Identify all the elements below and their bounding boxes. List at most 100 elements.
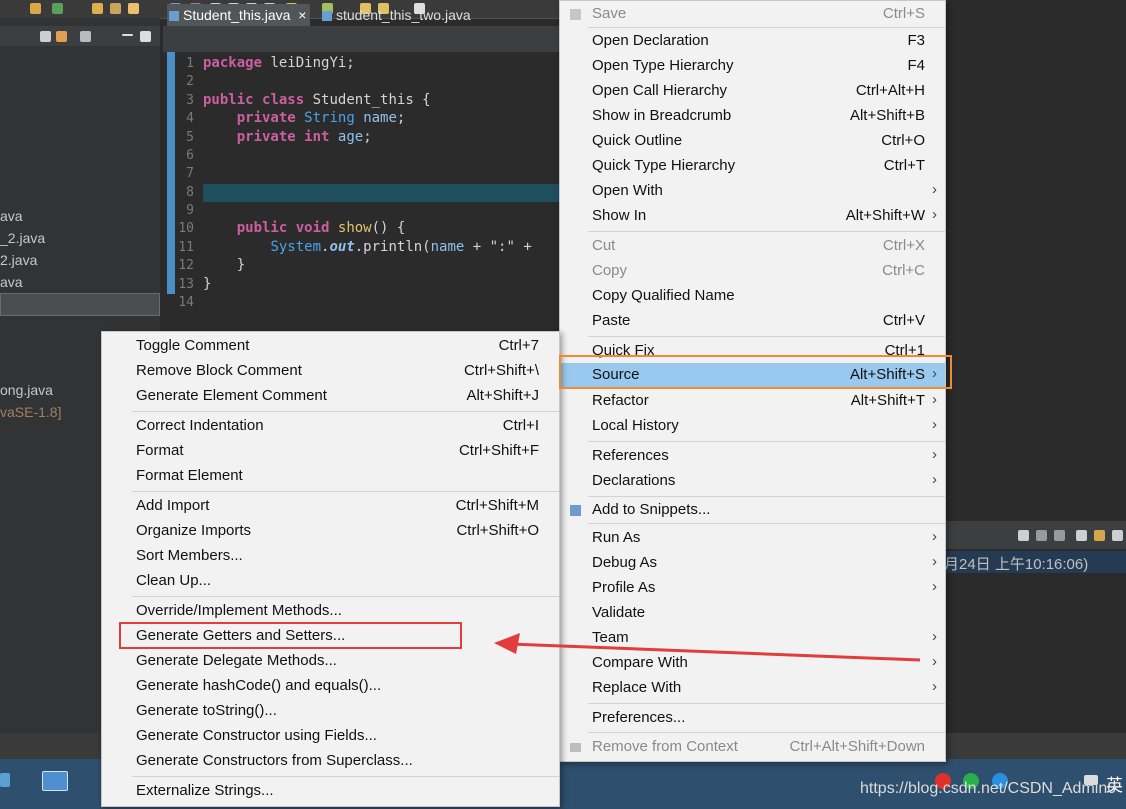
menu-item-generate-element-comment[interactable]: Generate Element Comment Alt+Shift+J bbox=[102, 384, 559, 409]
menu-item-generate-constructor-fields[interactable]: Generate Constructor using Fields... bbox=[102, 724, 559, 749]
code-line: public void show() { bbox=[236, 220, 406, 236]
menu-item-generate-hashcode-equals[interactable]: Generate hashCode() and equals()... bbox=[102, 674, 559, 699]
menu-item-toggle-comment[interactable]: Toggle Comment Ctrl+7 bbox=[102, 334, 559, 359]
menu-item-refactor[interactable]: Refactor Alt+Shift+T › bbox=[560, 389, 945, 414]
menu-item-open-call-hierarchy[interactable]: Open Call Hierarchy Ctrl+Alt+H bbox=[560, 79, 945, 104]
menu-item-validate[interactable]: Validate bbox=[560, 601, 945, 626]
menu-separator bbox=[588, 496, 945, 497]
toolbar-icon[interactable] bbox=[52, 3, 63, 14]
explorer-selected-row[interactable] bbox=[0, 293, 160, 316]
editor-change-gutter bbox=[167, 52, 175, 294]
taskbar-app-icon[interactable] bbox=[42, 771, 68, 791]
collapse-all-icon[interactable] bbox=[40, 31, 51, 42]
menu-item-replace-with[interactable]: Replace With › bbox=[560, 676, 945, 701]
menu-item-add-import[interactable]: Add Import Ctrl+Shift+M bbox=[102, 494, 559, 519]
menu-item-sort-members[interactable]: Sort Members... bbox=[102, 544, 559, 569]
line-number: 10 bbox=[178, 221, 194, 236]
remove-launch-icon[interactable] bbox=[1036, 530, 1047, 541]
menu-item-preferences[interactable]: Preferences... bbox=[560, 706, 945, 731]
package-explorer-header bbox=[0, 26, 160, 46]
menu-item-profile-as[interactable]: Profile As › bbox=[560, 576, 945, 601]
menu-item-generate-tostring[interactable]: Generate toString()... bbox=[102, 699, 559, 724]
menu-item-externalize-strings[interactable]: Externalize Strings... bbox=[102, 779, 559, 804]
menu-item-open-with[interactable]: Open With › bbox=[560, 179, 945, 204]
maximize-icon[interactable] bbox=[140, 31, 151, 42]
submenu-arrow-icon: › bbox=[932, 181, 937, 198]
menu-item-run-as[interactable]: Run As › bbox=[560, 526, 945, 551]
toolbar-icon[interactable] bbox=[30, 3, 41, 14]
remove-context-icon bbox=[570, 743, 581, 752]
toolbar-icon[interactable] bbox=[128, 3, 139, 14]
toolbar-icon[interactable] bbox=[92, 3, 103, 14]
menu-item-generate-constructors-superclass[interactable]: Generate Constructors from Superclass... bbox=[102, 749, 559, 774]
menu-item-quick-type-hierarchy[interactable]: Quick Type Hierarchy Ctrl+T bbox=[560, 154, 945, 179]
line-number: 8 bbox=[186, 185, 194, 200]
menu-separator bbox=[588, 703, 945, 704]
toolbar-icon[interactable] bbox=[110, 3, 121, 14]
menu-separator bbox=[588, 27, 945, 28]
link-editor-icon[interactable] bbox=[56, 31, 67, 42]
menu-item-references[interactable]: References › bbox=[560, 444, 945, 469]
console-title: 月24日 上午10:16:06) bbox=[944, 556, 1089, 573]
line-number: 1 bbox=[186, 56, 194, 71]
code-line: } bbox=[203, 276, 212, 292]
menu-item-debug-as[interactable]: Debug As › bbox=[560, 551, 945, 576]
line-number: 14 bbox=[178, 295, 194, 310]
menu-item-add-to-snippets[interactable]: Add to Snippets... bbox=[560, 498, 945, 523]
watermark: https://blog.csdn.net/CSDN_Admin0 bbox=[860, 780, 1117, 797]
line-number: 7 bbox=[186, 166, 194, 181]
submenu-arrow-icon: › bbox=[932, 471, 937, 488]
code-editor[interactable] bbox=[163, 26, 560, 336]
menu-item-open-declaration[interactable]: Open Declaration F3 bbox=[560, 29, 945, 54]
menu-item-remove-block-comment[interactable]: Remove Block Comment Ctrl+Shift+\ bbox=[102, 359, 559, 384]
menu-item-override-implement-methods[interactable]: Override/Implement Methods... bbox=[102, 599, 559, 624]
minimize-icon[interactable] bbox=[122, 34, 133, 36]
explorer-file-item[interactable]: _2.java bbox=[0, 230, 45, 246]
submenu-arrow-icon: › bbox=[932, 206, 937, 223]
menu-item-copy[interactable]: Copy Ctrl+C bbox=[560, 259, 945, 284]
close-tab-icon[interactable]: × bbox=[298, 7, 306, 23]
source-submenu: Toggle Comment Ctrl+7 Remove Block Comme… bbox=[101, 331, 560, 807]
menu-item-declarations[interactable]: Declarations › bbox=[560, 469, 945, 494]
menu-item-copy-qualified-name[interactable]: Copy Qualified Name bbox=[560, 284, 945, 309]
remove-all-icon[interactable] bbox=[1054, 530, 1065, 541]
menu-item-open-type-hierarchy[interactable]: Open Type Hierarchy F4 bbox=[560, 54, 945, 79]
tab-student-this[interactable]: Student_this.java × bbox=[167, 4, 311, 26]
console-icon[interactable] bbox=[1076, 530, 1087, 541]
menu-separator bbox=[132, 596, 559, 597]
terminate-icon[interactable] bbox=[1018, 530, 1029, 541]
explorer-file-item[interactable]: ava bbox=[0, 274, 23, 290]
submenu-arrow-icon: › bbox=[932, 678, 937, 695]
menu-item-paste[interactable]: Paste Ctrl+V bbox=[560, 309, 945, 334]
menu-item-show-in-breadcrumb[interactable]: Show in Breadcrumb Alt+Shift+B bbox=[560, 104, 945, 129]
explorer-library-item[interactable]: vaSE-1.8] bbox=[0, 404, 61, 420]
menu-item-correct-indentation[interactable]: Correct Indentation Ctrl+I bbox=[102, 414, 559, 439]
submenu-arrow-icon: › bbox=[932, 578, 937, 595]
explorer-file-item[interactable]: 2.java bbox=[0, 252, 37, 268]
menu-item-cut[interactable]: Cut Ctrl+X bbox=[560, 234, 945, 259]
menu-item-organize-imports[interactable]: Organize Imports Ctrl+Shift+O bbox=[102, 519, 559, 544]
menu-item-clean-up[interactable]: Clean Up... bbox=[102, 569, 559, 594]
display-console-icon[interactable] bbox=[1112, 530, 1123, 541]
java-file-icon bbox=[322, 11, 332, 21]
menu-item-show-in[interactable]: Show In Alt+Shift+W › bbox=[560, 204, 945, 229]
start-icon[interactable] bbox=[0, 773, 10, 787]
menu-separator bbox=[132, 776, 559, 777]
menu-item-local-history[interactable]: Local History › bbox=[560, 414, 945, 439]
code-line: public class Student_this { bbox=[203, 92, 431, 108]
submenu-arrow-icon: › bbox=[932, 628, 937, 645]
line-number: 12 bbox=[178, 258, 194, 273]
pin-console-icon[interactable] bbox=[1094, 530, 1105, 541]
explorer-file-item[interactable]: ava bbox=[0, 208, 23, 224]
java-file-icon bbox=[169, 11, 179, 21]
menu-item-quick-outline[interactable]: Quick Outline Ctrl+O bbox=[560, 129, 945, 154]
submenu-arrow-icon: › bbox=[932, 653, 937, 670]
menu-item-format[interactable]: Format Ctrl+Shift+F bbox=[102, 439, 559, 464]
menu-item-format-element[interactable]: Format Element bbox=[102, 464, 559, 489]
tab-student-this-two[interactable]: student_this_two.java bbox=[322, 4, 471, 26]
menu-item-save[interactable]: Save Ctrl+S bbox=[560, 2, 945, 27]
line-number: 9 bbox=[186, 203, 194, 218]
menu-item-remove-from-context[interactable]: Remove from Context Ctrl+Alt+Shift+Down bbox=[560, 735, 945, 760]
view-menu-icon[interactable] bbox=[80, 31, 91, 42]
explorer-file-item[interactable]: ong.java bbox=[0, 382, 53, 398]
